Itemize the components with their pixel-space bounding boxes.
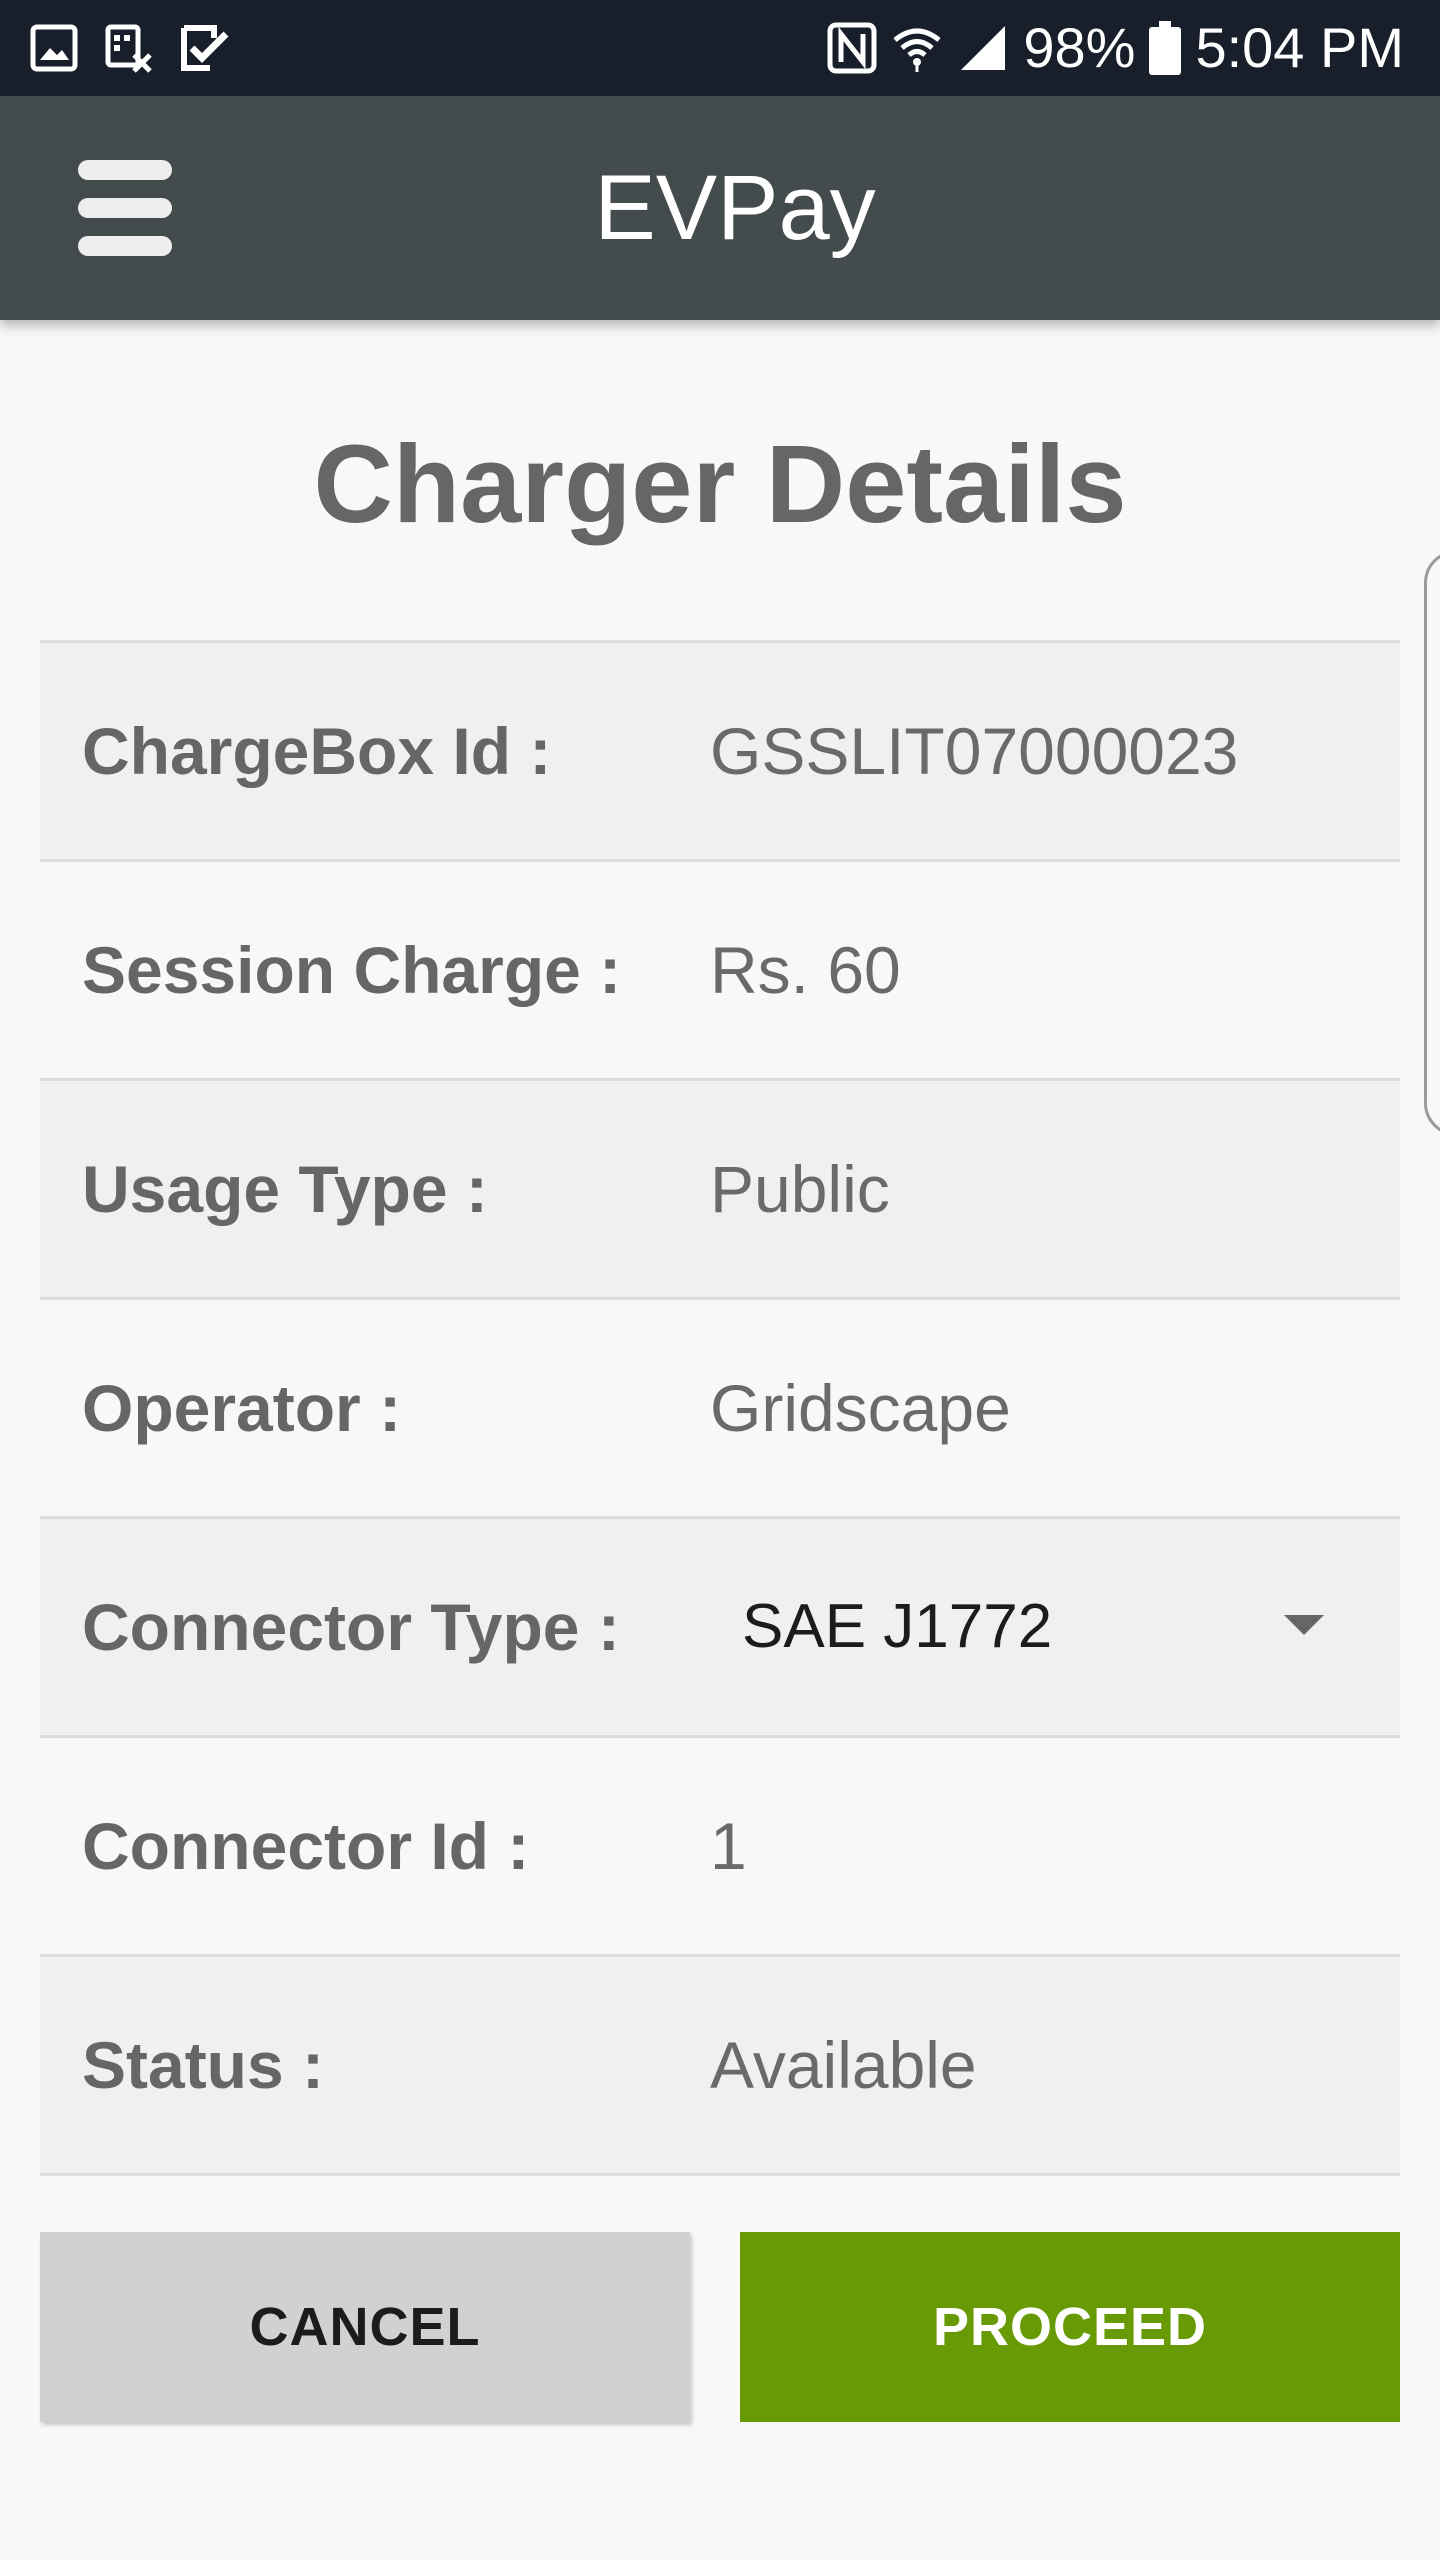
cell-signal-icon: [961, 26, 1006, 70]
status-value: Available: [710, 2028, 977, 2102]
connector-id-value: 1: [710, 1809, 747, 1883]
menu-line: [78, 198, 172, 218]
task-check-icon: [181, 25, 229, 71]
status-label: Status :: [82, 2028, 325, 2102]
clock: 5:04 PM: [1195, 16, 1404, 79]
cancel-button[interactable]: CANCEL: [40, 2232, 690, 2422]
nfc-icon: [827, 22, 877, 74]
detail-row-operator: Operator : Gridscape: [40, 1297, 1400, 1516]
connector-type-selected: SAE J1772: [742, 1592, 1053, 1661]
battery-percent: 98%: [1023, 16, 1136, 79]
edge-panel-handle[interactable]: [1424, 550, 1440, 1136]
operator-value: Gridscape: [710, 1371, 1011, 1445]
connector-type-label: Connector Type :: [82, 1590, 620, 1664]
menu-line: [78, 160, 172, 180]
hamburger-menu-icon[interactable]: [60, 152, 190, 264]
proceed-button[interactable]: PROCEED: [740, 2232, 1400, 2422]
page-title: Charger Details: [313, 423, 1127, 546]
usage-type-label: Usage Type :: [82, 1152, 488, 1226]
battery-icon: [1149, 21, 1182, 75]
chargebox-id-label: ChargeBox Id :: [82, 714, 552, 788]
connector-type-dropdown[interactable]: SAE J1772: [700, 1519, 1400, 1735]
screenshot-icon: [105, 24, 152, 73]
charger-details-table: ChargeBox Id : GSSLIT07000023 Session Ch…: [40, 640, 1400, 2176]
app-title: EVPay: [594, 157, 876, 259]
app-bar: EVPay: [0, 96, 1440, 320]
detail-row-usage-type: Usage Type : Public: [40, 1078, 1400, 1297]
detail-row-connector-type: Connector Type : SAE J1772: [40, 1516, 1400, 1735]
chevron-down-icon: [1284, 1615, 1324, 1635]
detail-row-connector-id: Connector Id : 1: [40, 1735, 1400, 1954]
detail-row-status: Status : Available: [40, 1954, 1400, 2176]
status-bar: 98% 5:04 PM: [0, 0, 1440, 96]
chargebox-id-value: GSSLIT07000023: [710, 714, 1239, 788]
operator-label: Operator :: [82, 1371, 402, 1445]
detail-row-chargebox-id: ChargeBox Id : GSSLIT07000023: [40, 640, 1400, 859]
wifi-icon: [893, 28, 941, 72]
session-charge-value: Rs. 60: [710, 933, 901, 1007]
usage-type-value: Public: [710, 1152, 890, 1226]
connector-id-label: Connector Id :: [82, 1809, 530, 1883]
detail-row-session-charge: Session Charge : Rs. 60: [40, 859, 1400, 1078]
menu-line: [78, 236, 172, 256]
notification-icons: [30, 22, 230, 74]
system-icons: 98% 5:04 PM: [827, 14, 1404, 82]
session-charge-label: Session Charge :: [82, 933, 622, 1007]
gallery-icon: [30, 24, 78, 72]
